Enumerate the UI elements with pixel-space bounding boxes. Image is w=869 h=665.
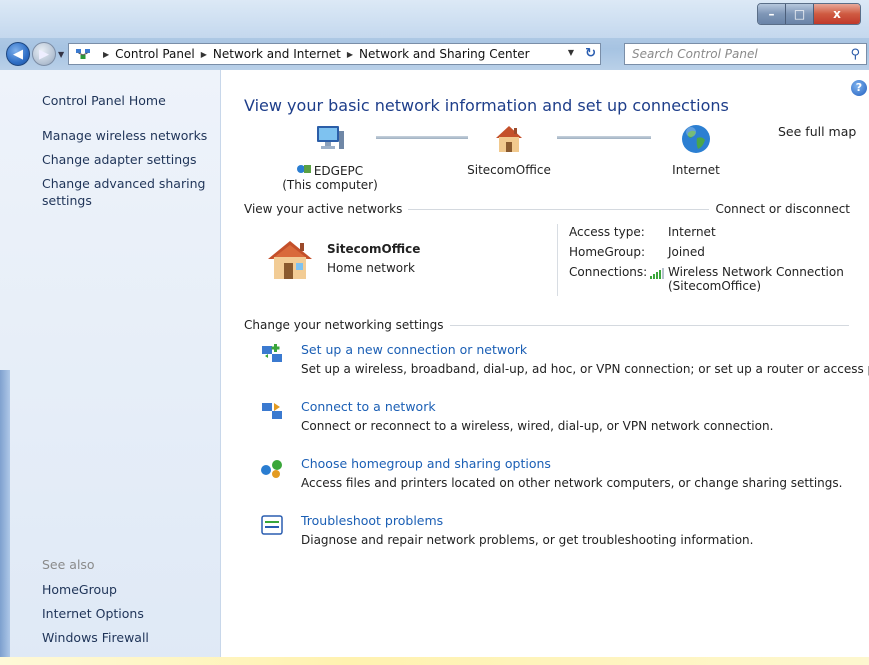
task-connect-network-link[interactable]: Connect to a network — [301, 399, 436, 414]
back-arrow-icon: ◀ — [13, 46, 23, 62]
sidebar: Control Panel Home Manage wireless netwo… — [0, 70, 221, 665]
sidebar-item-internet-options[interactable]: Internet Options — [42, 605, 144, 622]
homegroup-joined-link[interactable]: Joined — [668, 245, 705, 259]
close-button[interactable]: x — [814, 4, 860, 24]
task-troubleshoot: Troubleshoot problems Diagnose and repai… — [260, 513, 860, 553]
task-new-connection: Set up a new connection or network Set u… — [260, 342, 869, 382]
computer-name: EDGEPC — [313, 163, 364, 178]
access-type-value: Internet — [668, 225, 716, 239]
sidebar-item-advanced-sharing[interactable]: Change advanced sharing settings — [42, 175, 207, 209]
sidebar-item-windows-firewall[interactable]: Windows Firewall — [42, 629, 149, 646]
internet-label: Internet — [672, 163, 720, 177]
homegroup-label: HomeGroup: — [569, 245, 646, 259]
address-dropdown-icon[interactable]: ▼ — [568, 48, 574, 57]
maximize-button[interactable]: □ — [786, 4, 814, 24]
main-content: ? View your basic network information an… — [222, 70, 869, 665]
breadcrumb-network-and-sharing-center[interactable]: Network and Sharing Center — [359, 47, 530, 61]
search-placeholder: Search Control Panel — [632, 47, 758, 61]
computer-network-icon — [296, 163, 311, 178]
task-homegroup-desc: Access files and printers located on oth… — [301, 476, 843, 490]
breadcrumb-separator-icon[interactable]: ▶ — [103, 50, 109, 59]
connection-line — [557, 136, 651, 139]
see-full-map-link[interactable]: See full map — [778, 124, 856, 139]
sidebar-item-homegroup[interactable]: HomeGroup — [42, 581, 117, 598]
active-network-separator — [557, 224, 558, 296]
breadcrumb-separator-icon[interactable]: ▶ — [201, 50, 207, 59]
computer-icon — [314, 123, 346, 157]
wireless-signal-icon — [649, 267, 665, 282]
forward-button[interactable]: ▶ — [32, 42, 56, 66]
task-troubleshoot-link[interactable]: Troubleshoot problems — [301, 513, 443, 528]
page-title: View your basic network information and … — [244, 96, 729, 115]
network-name-label: SitecomOffice — [467, 163, 551, 177]
computer-subtitle: (This computer) — [282, 178, 378, 192]
task-homegroup-link[interactable]: Choose homegroup and sharing options — [301, 456, 551, 471]
troubleshoot-icon — [260, 513, 284, 537]
task-homegroup: Choose homegroup and sharing options Acc… — [260, 456, 860, 496]
connect-network-icon — [260, 399, 284, 423]
homegroup-icon — [260, 456, 284, 480]
task-new-connection-desc: Set up a wireless, broadband, dial-up, a… — [301, 362, 869, 376]
sidebar-item-adapter-settings[interactable]: Change adapter settings — [42, 151, 197, 168]
this-computer-label: EDGEPC (This computer) — [282, 163, 378, 193]
breadcrumb-network-and-internet[interactable]: Network and Internet — [213, 47, 341, 61]
connection-line — [376, 136, 468, 139]
bottom-highlight-strip — [0, 657, 869, 665]
new-connection-icon — [260, 342, 284, 366]
wireless-connection-link[interactable]: Wireless Network Connection (SitecomOffi… — [668, 265, 844, 293]
task-new-connection-link[interactable]: Set up a new connection or network — [301, 342, 527, 357]
breadcrumb-separator-icon[interactable]: ▶ — [347, 50, 353, 59]
task-connect-network-desc: Connect or reconnect to a wireless, wire… — [301, 419, 774, 433]
window-chrome: – □ x ◀ ▶ ▼ ▶ Control Panel ▶ Network an… — [0, 0, 869, 70]
breadcrumb-control-panel[interactable]: Control Panel — [115, 47, 195, 61]
minimize-button[interactable]: – — [758, 4, 786, 24]
sidebar-edge-gradient — [0, 370, 10, 665]
task-troubleshoot-desc: Diagnose and repair network problems, or… — [301, 533, 754, 547]
connection-name[interactable]: Wireless Network Connection — [668, 265, 844, 279]
internet-globe-icon — [680, 123, 712, 155]
search-input[interactable]: Search Control Panel ⚲ — [624, 43, 867, 65]
connect-or-disconnect-link[interactable]: Connect or disconnect — [709, 202, 850, 216]
address-bar[interactable]: ▶ Control Panel ▶ Network and Internet ▶… — [68, 43, 601, 65]
see-also-heading: See also — [42, 557, 95, 572]
sidebar-item-manage-wireless[interactable]: Manage wireless networks — [42, 127, 207, 144]
network-center-icon — [75, 47, 91, 61]
connections-label: Connections: — [569, 265, 648, 279]
search-icon[interactable]: ⚲ — [850, 47, 860, 62]
refresh-icon[interactable]: ↻ — [585, 46, 596, 61]
network-type-link[interactable]: Home network — [327, 261, 415, 275]
access-type-label: Access type: — [569, 225, 645, 239]
task-connect-network: Connect to a network Connect or reconnec… — [260, 399, 860, 439]
window-controls: – □ x — [757, 3, 861, 25]
home-network-icon — [266, 237, 318, 281]
connection-subtitle[interactable]: (SitecomOffice) — [668, 279, 844, 293]
help-icon[interactable]: ? — [851, 80, 867, 96]
history-dropdown-icon[interactable]: ▼ — [58, 50, 64, 59]
network-house-icon — [492, 122, 526, 156]
title-bar[interactable] — [0, 0, 869, 38]
back-button[interactable]: ◀ — [6, 42, 30, 66]
active-networks-heading: View your active networks — [244, 202, 409, 216]
forward-arrow-icon: ▶ — [39, 46, 49, 62]
sidebar-item-control-panel-home[interactable]: Control Panel Home — [42, 92, 166, 109]
settings-heading: Change your networking settings — [244, 318, 450, 332]
active-network-name: SitecomOffice — [327, 242, 421, 256]
